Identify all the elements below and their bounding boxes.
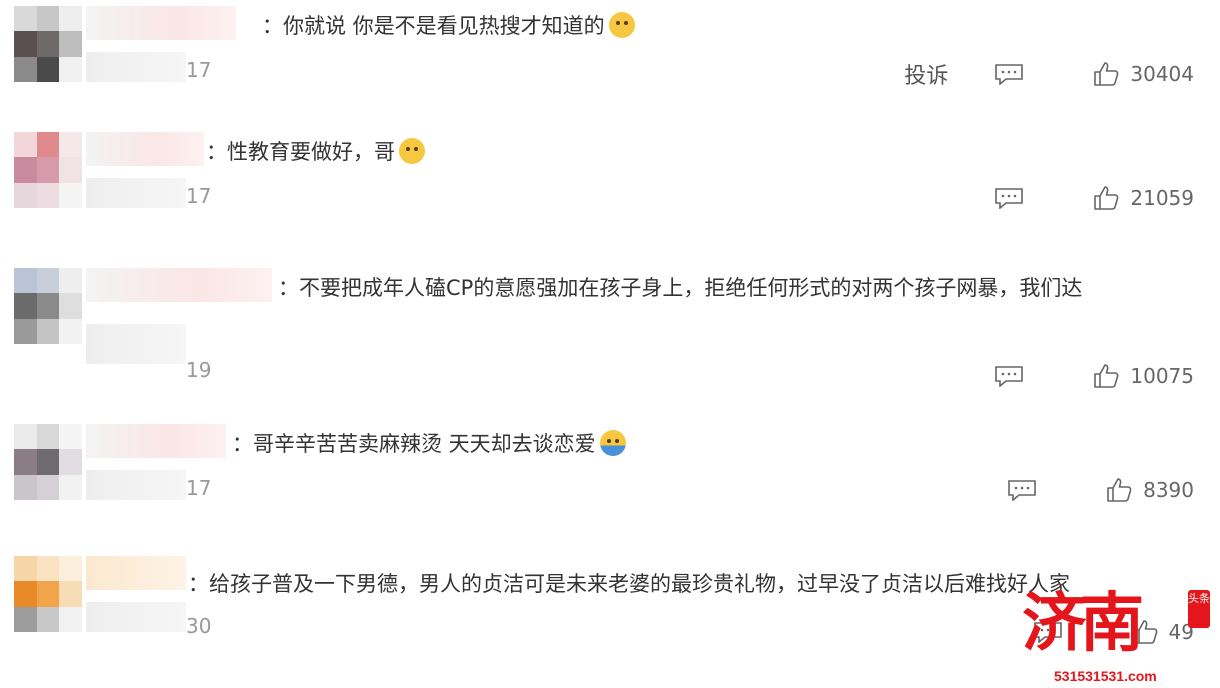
comment-actions: 21059 bbox=[994, 184, 1194, 212]
timestamp-blurred bbox=[86, 52, 186, 82]
timestamp-blurred bbox=[86, 178, 186, 208]
thumbs-up-icon bbox=[1107, 478, 1132, 502]
watermark-brand: 济南 bbox=[1022, 586, 1144, 661]
reply-icon[interactable] bbox=[994, 365, 1024, 387]
comment-feed: 17 ：你就说 你是不是看见热搜才知道的 投诉 30404 17 ：性教育要做好… bbox=[0, 0, 1220, 688]
username-blurred[interactable] bbox=[86, 424, 226, 458]
thumbs-up-icon bbox=[1094, 186, 1119, 210]
like-button[interactable]: 30404 bbox=[1092, 60, 1194, 88]
comment-body: ：哥辛辛苦苦卖麻辣烫 天天却去谈恋爱 bbox=[232, 432, 596, 456]
comment-item: 17 ：哥辛辛苦苦卖麻辣烫 天天却去谈恋爱 8390 bbox=[0, 424, 1220, 524]
comment-text: ：性教育要做好，哥 bbox=[206, 136, 425, 166]
timestamp-blurred bbox=[86, 470, 186, 500]
like-button[interactable]: 10075 bbox=[1092, 362, 1194, 390]
timestamp-fragment: 19 bbox=[186, 358, 212, 382]
timestamp-fragment: 17 bbox=[186, 58, 212, 82]
comment-text: ：给孩子普及一下男德，男人的贞洁可是未来老婆的最珍贵礼物，过早没了贞洁以后难找好… bbox=[188, 568, 1070, 598]
avatar[interactable] bbox=[14, 556, 82, 632]
thumbs-up-icon bbox=[1094, 364, 1119, 388]
timestamp-fragment: 17 bbox=[186, 184, 212, 208]
timestamp-fragment: 17 bbox=[186, 476, 212, 500]
comment-item: 19 ：不要把成年人磕CP的意愿强加在孩子身上，拒绝任何形式的对两个孩子网暴，我… bbox=[0, 268, 1220, 388]
avatar[interactable] bbox=[14, 6, 82, 82]
comment-body: ：你就说 你是不是看见热搜才知道的 bbox=[262, 14, 605, 38]
comment-text: ：不要把成年人磕CP的意愿强加在孩子身上，拒绝任何形式的对两个孩子网暴，我们达 bbox=[278, 272, 1082, 302]
watermark-url: 531531531.com bbox=[1054, 668, 1157, 684]
like-count: 10075 bbox=[1130, 364, 1194, 388]
username-blurred[interactable] bbox=[86, 132, 204, 166]
reply-icon[interactable] bbox=[994, 187, 1024, 209]
comment-body: ：不要把成年人磕CP的意愿强加在孩子身上，拒绝任何形式的对两个孩子网暴，我们达 bbox=[278, 276, 1083, 300]
comment-body: ：给孩子普及一下男德，男人的贞洁可是未来老婆的最珍贵礼物，过早没了贞洁以后难找好… bbox=[188, 572, 1070, 596]
username-blurred[interactable] bbox=[86, 6, 236, 40]
comment-actions: 8390 bbox=[1007, 476, 1194, 504]
username-blurred[interactable] bbox=[86, 556, 186, 590]
reply-icon[interactable] bbox=[1007, 479, 1037, 501]
reply-icon[interactable] bbox=[994, 63, 1024, 85]
comment-body: ：性教育要做好，哥 bbox=[206, 140, 395, 164]
doge-emoji-icon bbox=[399, 138, 425, 164]
avatar[interactable] bbox=[14, 132, 82, 208]
like-count: 21059 bbox=[1130, 186, 1194, 210]
comment-actions: 投诉 30404 bbox=[904, 58, 1194, 90]
like-button[interactable]: 21059 bbox=[1092, 184, 1194, 212]
comment-item: 17 ：性教育要做好，哥 21059 bbox=[0, 132, 1220, 232]
hug-emoji-icon bbox=[599, 430, 626, 456]
avatar[interactable] bbox=[14, 268, 82, 344]
doge-emoji-icon bbox=[608, 12, 635, 38]
timestamp-blurred bbox=[86, 324, 186, 364]
comment-text: ：你就说 你是不是看见热搜才知道的 bbox=[262, 10, 635, 40]
timestamp-fragment: 30 bbox=[186, 614, 212, 638]
report-button[interactable]: 投诉 bbox=[904, 58, 948, 90]
username-blurred[interactable] bbox=[86, 268, 272, 302]
thumbs-up-icon bbox=[1094, 62, 1119, 86]
watermark-logo: 济南 头条 531531531.com bbox=[1012, 584, 1212, 684]
like-count: 30404 bbox=[1130, 62, 1194, 86]
comment-actions: 10075 bbox=[994, 362, 1194, 390]
comment-item: 17 ：你就说 你是不是看见热搜才知道的 投诉 30404 bbox=[0, 6, 1220, 106]
like-count: 8390 bbox=[1143, 478, 1194, 502]
timestamp-blurred bbox=[86, 602, 186, 632]
like-button[interactable]: 8390 bbox=[1105, 476, 1194, 504]
watermark-seal: 头条 bbox=[1188, 590, 1210, 628]
comment-text: ：哥辛辛苦苦卖麻辣烫 天天却去谈恋爱 bbox=[232, 428, 626, 458]
avatar[interactable] bbox=[14, 424, 82, 500]
